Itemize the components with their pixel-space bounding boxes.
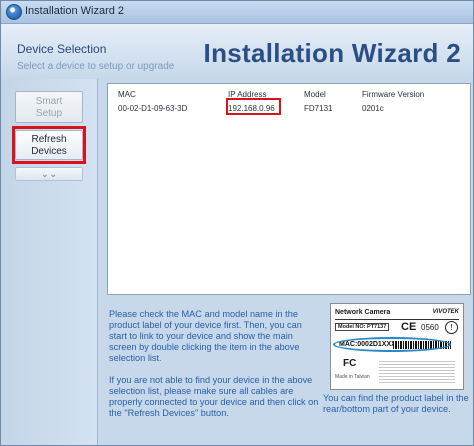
main-panel: MAC IP Address Model Firmware Version 00… — [99, 79, 473, 445]
smart-setup-label-line1: Smart — [35, 96, 63, 107]
section-subtitle: Select a device to setup or upgrade — [17, 61, 175, 72]
device-list[interactable]: MAC IP Address Model Firmware Version 00… — [107, 83, 471, 295]
smart-setup-button[interactable]: Smart Setup — [15, 91, 83, 123]
product-label-image: Network Camera VIVOTEK Model NO: PT7137 … — [330, 303, 464, 390]
alert-mark-icon: ! — [445, 321, 458, 334]
chevron-double-down-icon: ⌄⌄ — [40, 169, 58, 180]
title-bar: Installation Wizard 2 — [1, 1, 473, 24]
label-divider — [335, 319, 459, 320]
smart-setup-label-line2: Setup — [35, 108, 63, 119]
column-header-ip[interactable]: IP Address — [228, 90, 267, 99]
device-mac: 00-02-D1-09-63-3D — [118, 104, 188, 113]
label-product-title: Network Camera — [335, 309, 391, 316]
app-globe-icon — [6, 4, 22, 20]
instructions-paragraph-1: Please check the MAC and model name in t… — [109, 309, 302, 363]
list-header: MAC IP Address Model Firmware Version — [108, 88, 470, 102]
refresh-devices-label-line2: Devices — [31, 146, 67, 157]
device-firmware: 0201c — [362, 104, 384, 113]
label-made-in: Made in Taiwan — [335, 374, 370, 380]
refresh-devices-button[interactable]: Refresh Devices — [15, 130, 83, 160]
label-fine-print — [379, 359, 455, 383]
column-header-firmware[interactable]: Firmware Version — [362, 90, 424, 99]
expand-button[interactable]: ⌄⌄ — [15, 167, 83, 181]
column-header-mac[interactable]: MAC — [118, 90, 136, 99]
instructions-text: Please check the MAC and model name in t… — [109, 309, 321, 430]
sidebar: Smart Setup Refresh Devices ⌄⌄ — [1, 79, 98, 445]
refresh-devices-label-line1: Refresh — [31, 134, 67, 145]
fc-mark-icon: FC — [343, 358, 357, 369]
label-brand-logo: VIVOTEK — [432, 309, 459, 315]
ce-mark-icon: CE — [401, 321, 417, 333]
wizard-big-title: Installation Wizard 2 — [203, 38, 461, 68]
instructions-paragraph-2: If you are not able to find your device … — [109, 375, 319, 418]
product-label-caption: You can find the product label in the re… — [323, 393, 469, 414]
section-title: Device Selection — [17, 42, 107, 56]
label-model: Model NO: PT7137 — [335, 323, 390, 331]
barcode-icon — [393, 341, 451, 349]
window-title: Installation Wizard 2 — [25, 5, 125, 17]
column-header-model[interactable]: Model — [304, 90, 326, 99]
device-model: FD7131 — [304, 104, 333, 113]
device-ip: 192.168.0.96 — [228, 104, 275, 113]
device-row[interactable]: 00-02-D1-09-63-3D 192.168.0.96 FD7131 02… — [108, 102, 470, 116]
installation-wizard-window: Installation Wizard 2 Device Selection S… — [0, 0, 474, 446]
wizard-header: Device Selection Select a device to setu… — [1, 24, 473, 79]
label-cert-number: 0560 — [421, 323, 439, 332]
